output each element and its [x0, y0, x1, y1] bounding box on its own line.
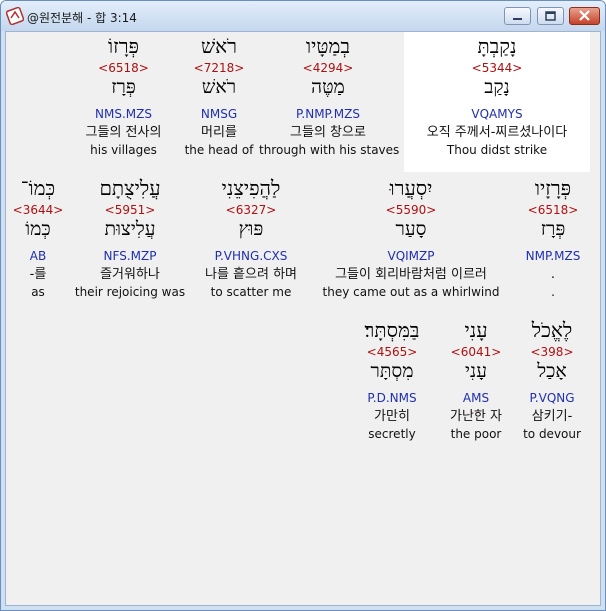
- close-icon: [579, 10, 590, 21]
- korean-gloss: 오직 주께서-찌르셨나이다: [426, 125, 568, 140]
- parsing-code: P.VQNG: [529, 391, 575, 405]
- lexical-form: מִסְתָּר: [370, 360, 414, 382]
- hebrew-word: עָנִי: [464, 318, 488, 342]
- lexical-form: פְּרָז: [540, 218, 566, 240]
- korean-gloss: 나를 흩으려 하며: [205, 267, 297, 282]
- english-gloss: the poor: [450, 427, 502, 441]
- word-cell[interactable]: יִסְעֲרוּ <5590> סָעַר VQIMZP 그들이 회리바람처럼…: [316, 178, 506, 302]
- hebrew-word: לֶאֱכֹל: [531, 318, 573, 342]
- hebrew-word: עֲלִיצֻתָם: [99, 176, 161, 200]
- lexical-form: עֲלִיצוּת: [104, 218, 156, 240]
- hebrew-word: רֹאשׁ: [201, 34, 237, 58]
- hebrew-word: פְּרָזוֹ: [108, 34, 139, 58]
- lexical-form: אָכַל: [537, 360, 567, 382]
- english-gloss: the head of: [184, 143, 254, 157]
- lexical-form: סָעַר: [395, 218, 427, 240]
- hebrew-word: נָקַבְתָּ: [477, 34, 517, 58]
- minimize-button[interactable]: [504, 7, 531, 25]
- parsing-code: P.NMP.MZS: [296, 107, 360, 121]
- parsing-code: AB: [29, 249, 47, 263]
- parsing-code: NMP.MZS: [525, 249, 581, 263]
- app-window: @원전분해 - 합 3:14 פְּרָזוֹ <6518> פְּרָז NM…: [0, 0, 606, 611]
- word-cell-selected[interactable]: נָקַבְתָּ <5344> נָקַב VQAMYS 오직 주께서-찌르셨…: [404, 36, 590, 160]
- korean-gloss: 삼키기-: [531, 409, 573, 424]
- lexical-form: מַטֶּה: [311, 76, 345, 98]
- word-cell[interactable]: עֲלִיצֻתָם <5951> עֲלִיצוּת NFS.MZP 즐거워하…: [70, 178, 190, 302]
- korean-gloss: 가만히: [374, 409, 410, 424]
- minimize-icon: [513, 18, 522, 20]
- word-cell[interactable]: בְמַטָּיו <4294> מַטֶּה P.NMP.MZS 그들의 창으…: [259, 34, 400, 160]
- verse-analysis-pane[interactable]: פְּרָזוֹ <6518> פְּרָז NMS.MZS 그들의 전사의 h…: [5, 31, 601, 606]
- word-cell[interactable]: לַהֲפִיצֵנִי <6327> פּוּץ P.VHNG.CXS 나를 …: [196, 178, 306, 302]
- close-button[interactable]: [569, 7, 600, 25]
- hebrew-word: כְּמוֹ־: [20, 176, 56, 200]
- english-gloss: to scatter me: [210, 285, 292, 299]
- word-cell[interactable]: פְּרָזוֹ <6518> פְּרָז NMS.MZS 그들의 전사의 h…: [66, 36, 181, 160]
- hebrew-word: פְּרָזָיו: [534, 176, 572, 200]
- korean-gloss: 머리를: [201, 125, 237, 140]
- english-gloss: they came out as a whirlwind: [322, 285, 500, 299]
- lexical-form: עָנִי: [465, 360, 487, 382]
- window-title: @원전분해 - 합 3:14: [27, 11, 137, 25]
- english-gloss: .: [551, 285, 555, 299]
- lexical-form: פְּרָז: [111, 76, 136, 98]
- english-gloss: his villages: [90, 143, 157, 157]
- lexical-form: רֹאשׁ: [201, 76, 237, 98]
- english-gloss: through with his staves: [259, 143, 400, 157]
- korean-gloss: 그들의 창으로: [290, 125, 366, 140]
- maximize-button[interactable]: [537, 7, 564, 25]
- parsing-code: VQAMYS: [471, 107, 523, 121]
- parsing-code: AMS: [462, 391, 490, 405]
- title-bar[interactable]: @원전분해 - 합 3:14: [1, 1, 605, 31]
- lexical-form: פּוּץ: [238, 218, 264, 240]
- korean-gloss: 그들이 회리바람처럼 이르러: [335, 267, 487, 282]
- korean-gloss: 그들의 전사의: [85, 125, 162, 140]
- parsing-code: P.VHNG.CXS: [214, 249, 288, 263]
- korean-gloss: 가난한 자: [450, 409, 502, 424]
- korean-gloss: .: [550, 267, 556, 282]
- hebrew-word: בַּמִּסְתָּר׃: [364, 318, 420, 342]
- parsing-code: VQIMZP: [387, 249, 435, 263]
- maximize-icon: [545, 11, 556, 21]
- app-logo-icon: [6, 7, 24, 25]
- parsing-code: NMSG: [200, 107, 238, 121]
- parsing-code: NFS.MZP: [103, 249, 157, 263]
- hebrew-word: בְמַטָּיו: [306, 34, 350, 58]
- hebrew-word: לַהֲפִיצֵנִי: [221, 176, 281, 200]
- parsing-code: P.D.NMS: [367, 391, 417, 405]
- word-cell[interactable]: כְּמוֹ־ <3644> כְּמוֹ AB -를 as: [10, 178, 66, 302]
- word-cell[interactable]: רֹאשׁ <7218> רֹאשׁ NMSG 머리를 the head of: [179, 36, 259, 160]
- word-cell[interactable]: עָנִי <6041> עָנִי AMS 가난한 자 the poor: [442, 320, 510, 444]
- parsing-code: NMS.MZS: [95, 107, 152, 121]
- hebrew-word: יִסְעֲרוּ: [389, 176, 433, 200]
- lexical-form: כְּמוֹ: [25, 218, 51, 240]
- word-cell[interactable]: פְּרָזָיו <6518> פְּרָז NMP.MZS . .: [516, 178, 590, 302]
- english-gloss: as: [31, 285, 45, 299]
- korean-gloss: 즐거워하나: [100, 267, 160, 282]
- lexical-form: נָקַב: [484, 76, 510, 98]
- english-gloss: Thou didst strike: [446, 143, 548, 157]
- word-cell[interactable]: לֶאֱכֹל <398> אָכַל P.VQNG 삼키기- to devou…: [514, 320, 590, 444]
- korean-gloss: -를: [29, 267, 47, 282]
- english-gloss: secretly: [368, 427, 416, 441]
- english-gloss: their rejoicing was: [74, 285, 186, 299]
- english-gloss: to devour: [523, 427, 581, 441]
- word-cell[interactable]: בַּמִּסְתָּר׃ <4565> מִסְתָּר P.D.NMS 가만…: [342, 320, 442, 444]
